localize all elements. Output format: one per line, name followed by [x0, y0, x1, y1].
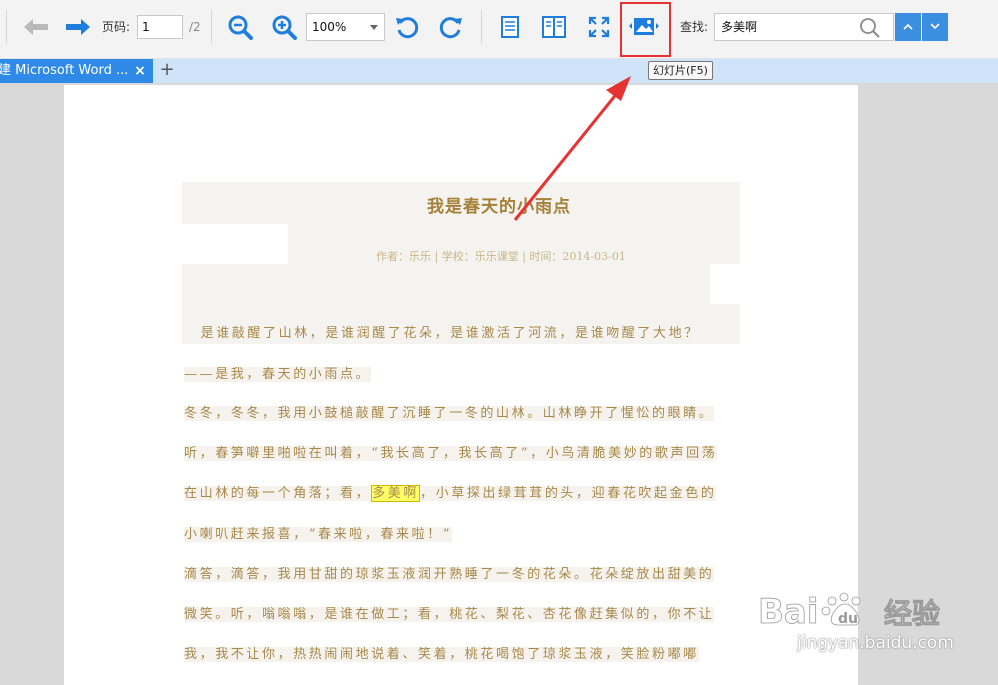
- watermark-url: jingyan.baidu.com: [797, 633, 954, 653]
- annotation-arrow-icon: [513, 76, 631, 221]
- svg-text:Bai: Bai: [758, 592, 819, 632]
- svg-text:du: du: [838, 611, 858, 627]
- svg-text:经验: 经验: [884, 597, 940, 630]
- baidu-watermark-logo: Bai 经验 du: [758, 592, 940, 633]
